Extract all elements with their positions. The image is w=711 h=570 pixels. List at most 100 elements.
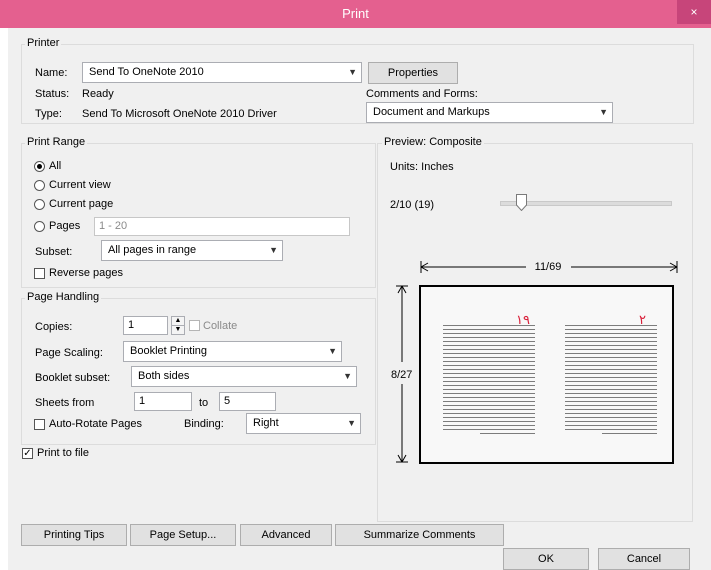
- preview-text-line: [565, 365, 657, 366]
- close-button[interactable]: ×: [677, 0, 711, 24]
- pages-label: Pages: [49, 220, 81, 232]
- page-scaling-label: Page Scaling:: [35, 347, 103, 359]
- pages-input[interactable]: 1 - 20: [94, 217, 350, 236]
- booklet-subset-label: Booklet subset:: [35, 372, 111, 384]
- collate-checkbox[interactable]: [189, 320, 200, 331]
- preview-text-line: [565, 373, 657, 374]
- chevron-down-icon: ▼: [347, 418, 356, 428]
- chevron-down-icon: ▼: [328, 346, 337, 356]
- chevron-down-icon: ▼: [348, 67, 357, 77]
- preview-text-line: [565, 413, 657, 414]
- preview-text-line: [443, 389, 535, 390]
- chevron-down-icon: ▼: [599, 107, 608, 117]
- status-label: Status:: [35, 88, 70, 100]
- spin-up-icon[interactable]: ▲: [172, 317, 184, 326]
- subset-select[interactable]: All pages in range ▼: [101, 240, 283, 261]
- pages-radio[interactable]: [34, 221, 45, 232]
- auto-rotate-checkbox[interactable]: [34, 419, 45, 430]
- comments-forms-value: Document and Markups: [373, 106, 490, 118]
- collate-label: Collate: [203, 320, 238, 332]
- sheets-from-input[interactable]: 1: [134, 392, 192, 411]
- current-view-label: Current view: [49, 179, 111, 191]
- printing-tips-button[interactable]: Printing Tips: [21, 524, 127, 546]
- spin-down-icon[interactable]: ▼: [172, 326, 184, 334]
- copies-input[interactable]: 1: [123, 316, 168, 335]
- printer-name-select[interactable]: Send To OneNote 2010 ▼: [82, 62, 362, 83]
- reverse-pages-label: Reverse pages: [49, 267, 123, 279]
- preview-text-line: [443, 393, 535, 394]
- preview-text-line: [565, 401, 657, 402]
- booklet-subset-value: Both sides: [138, 370, 190, 382]
- left-page-text: [443, 325, 535, 439]
- preview-text-line: [443, 381, 535, 382]
- units-label: Units: Inches: [390, 161, 454, 173]
- preview-text-line: [443, 357, 535, 358]
- preview-text-line: [443, 421, 535, 422]
- print-to-file-checkbox[interactable]: ✓: [22, 448, 33, 459]
- preview-text-line: [565, 389, 657, 390]
- preview-text-line: [443, 413, 535, 414]
- auto-rotate-label: Auto-Rotate Pages: [49, 418, 142, 430]
- print-to-file-label: Print to file: [37, 447, 89, 459]
- summarize-comments-button[interactable]: Summarize Comments: [335, 524, 504, 546]
- preview-text-line: [565, 381, 657, 382]
- ok-button[interactable]: OK: [503, 548, 589, 570]
- preview-text-line: [443, 337, 535, 338]
- preview-text-line: [443, 361, 535, 362]
- page-preview: ۱۹ ۲: [419, 285, 674, 464]
- preview-text-line: [565, 405, 657, 406]
- binding-label: Binding:: [184, 418, 224, 430]
- preview-text-line: [443, 329, 535, 330]
- comments-forms-select[interactable]: Document and Markups ▼: [366, 102, 613, 123]
- preview-text-line: [565, 393, 657, 394]
- page-setup-button[interactable]: Page Setup...: [130, 524, 236, 546]
- current-view-radio[interactable]: [34, 180, 45, 191]
- binding-select[interactable]: Right ▼: [246, 413, 361, 434]
- preview-text-line: [565, 341, 657, 342]
- preview-text-line: [443, 385, 535, 386]
- copies-spinner[interactable]: ▲ ▼: [171, 316, 185, 335]
- binding-value: Right: [253, 417, 279, 429]
- booklet-subset-select[interactable]: Both sides ▼: [131, 366, 357, 387]
- preview-text-line: [602, 433, 657, 434]
- properties-button[interactable]: Properties: [368, 62, 458, 84]
- preview-text-line: [443, 377, 535, 378]
- preview-text-line: [565, 421, 657, 422]
- preview-text-line: [443, 345, 535, 346]
- right-page-text: [565, 325, 657, 439]
- chevron-down-icon: ▼: [343, 371, 352, 381]
- status-value: Ready: [82, 88, 114, 100]
- preview-text-line: [565, 325, 657, 326]
- comments-forms-label: Comments and Forms:: [366, 88, 478, 100]
- preview-text-line: [565, 349, 657, 350]
- printer-group-title: Printer: [25, 37, 62, 49]
- preview-text-line: [443, 405, 535, 406]
- cancel-button[interactable]: Cancel: [598, 548, 690, 570]
- preview-text-line: [565, 369, 657, 370]
- preview-text-line: [565, 345, 657, 346]
- preview-text-line: [443, 353, 535, 354]
- page-indicator: 2/10 (19): [390, 199, 435, 211]
- sheets-to-input[interactable]: 5: [219, 392, 276, 411]
- print-range-title: Print Range: [25, 136, 88, 148]
- reverse-pages-checkbox[interactable]: [34, 268, 45, 279]
- window-title: Print: [342, 6, 369, 21]
- preview-text-line: [565, 429, 657, 430]
- printer-name-value: Send To OneNote 2010: [89, 66, 204, 78]
- current-page-radio[interactable]: [34, 199, 45, 210]
- preview-text-line: [565, 385, 657, 386]
- preview-text-line: [565, 357, 657, 358]
- page-handling-title: Page Handling: [25, 291, 102, 303]
- preview-text-line: [565, 425, 657, 426]
- page-scaling-select[interactable]: Booklet Printing ▼: [123, 341, 342, 362]
- sheets-to-label: to: [199, 397, 209, 409]
- preview-text-line: [443, 369, 535, 370]
- advanced-button[interactable]: Advanced: [240, 524, 332, 546]
- preview-text-line: [443, 425, 535, 426]
- type-value: Send To Microsoft OneNote 2010 Driver: [82, 108, 277, 120]
- copies-label: Copies:: [35, 321, 73, 333]
- preview-text-line: [443, 373, 535, 374]
- preview-slider-thumb[interactable]: [516, 194, 527, 212]
- preview-text-line: [565, 361, 657, 362]
- all-radio[interactable]: [34, 161, 45, 172]
